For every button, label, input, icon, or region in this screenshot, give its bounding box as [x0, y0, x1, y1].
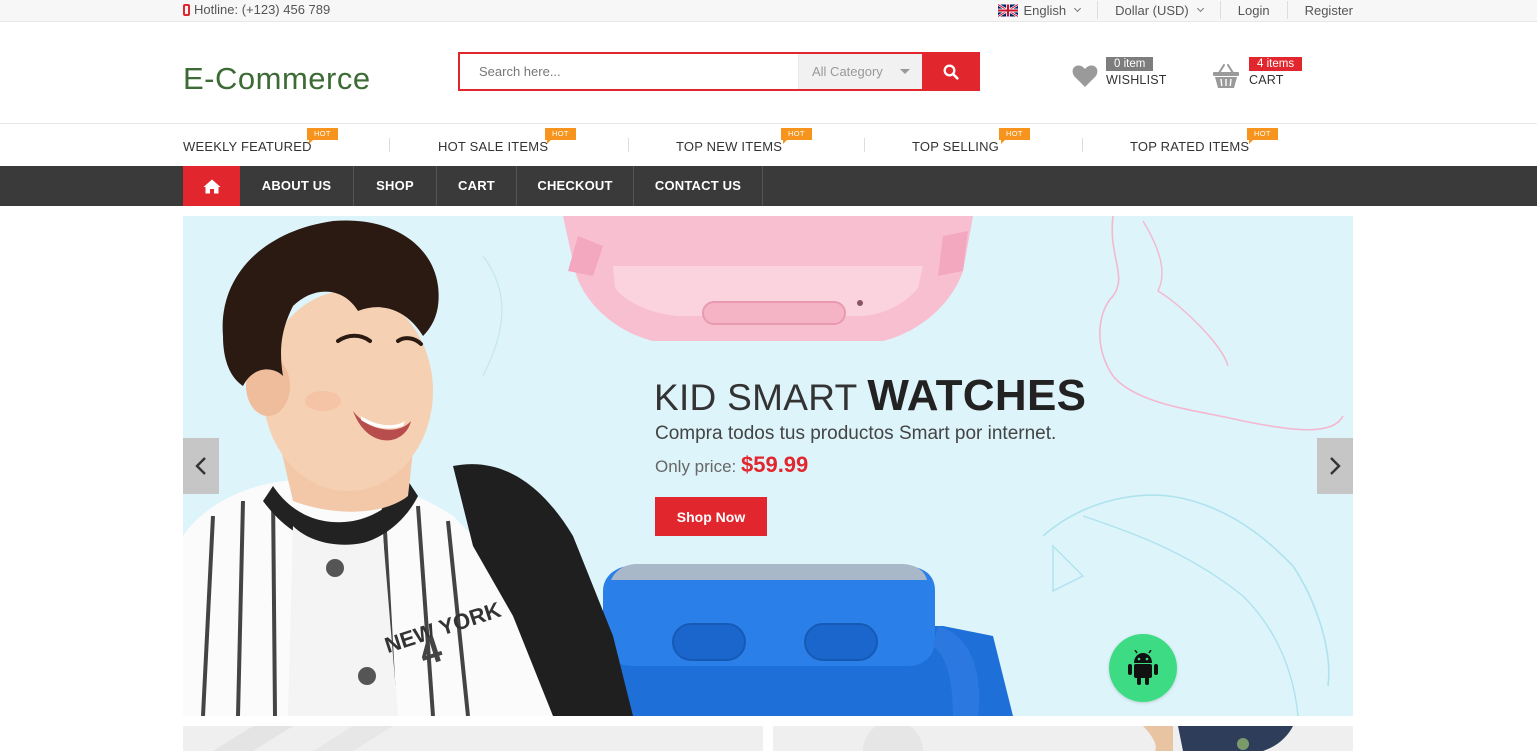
featured-label: TOP RATED ITEMS: [1130, 139, 1250, 154]
wishlist-count-badge: 0 item: [1106, 57, 1154, 71]
divider: [1082, 138, 1083, 152]
chevron-down-icon: [1074, 4, 1082, 13]
site-logo[interactable]: E-Commerce: [183, 61, 371, 97]
hotline-text: Hotline: (+123) 456 789: [194, 2, 331, 17]
search-bar: All Category: [458, 52, 980, 91]
divider: [389, 138, 390, 152]
category-select[interactable]: All Category: [798, 54, 922, 89]
top-links: English Dollar (USD) Login Register: [981, 0, 1353, 20]
register-label: Register: [1304, 2, 1353, 18]
login-link[interactable]: Login: [1219, 1, 1287, 19]
language-label: English: [1023, 2, 1067, 18]
slider-next-button[interactable]: [1317, 438, 1353, 494]
chevron-left-icon: [195, 457, 206, 475]
cart[interactable]: 4 items CART: [1212, 57, 1312, 92]
nav-about-us[interactable]: ABOUT US: [240, 166, 354, 206]
wishlist-label: WISHLIST: [1106, 73, 1167, 87]
nav-cart[interactable]: CART: [437, 166, 517, 206]
price-value: $59.99: [740, 452, 809, 477]
currency-selector[interactable]: Dollar (USD): [1097, 1, 1220, 19]
hotline: Hotline: (+123) 456 789: [183, 2, 330, 17]
promo-banner-left[interactable]: [183, 726, 763, 751]
cart-label: CART: [1249, 73, 1284, 87]
banner-title-bold: WATCHES: [867, 371, 1087, 420]
language-selector[interactable]: English: [981, 1, 1097, 19]
featured-link-top-new[interactable]: TOP NEW ITEMS HOT: [676, 128, 812, 154]
slider-prev-button[interactable]: [183, 438, 219, 494]
promo-banner-right[interactable]: [773, 726, 1353, 751]
phone-icon: [183, 3, 190, 16]
hot-badge: HOT: [545, 128, 576, 144]
featured-label: WEEKLY FEATURED: [183, 139, 312, 154]
banner-price-line: Only price: $59.99: [655, 452, 808, 478]
divider: [628, 138, 629, 152]
promo-graphic: [213, 726, 393, 751]
top-bar: Hotline: (+123) 456 789 English Dollar (…: [0, 0, 1537, 22]
android-app-button[interactable]: [1109, 634, 1177, 702]
search-input[interactable]: [460, 54, 798, 89]
hot-badge: HOT: [781, 128, 812, 144]
basket-icon: [1213, 64, 1239, 88]
promo-graphic: [863, 726, 1293, 751]
cart-count-badge: 4 items: [1249, 57, 1303, 71]
featured-link-top-rated[interactable]: TOP RATED ITEMS HOT: [1130, 128, 1278, 154]
nav-shop[interactable]: SHOP: [354, 166, 437, 206]
featured-link-top-selling[interactable]: TOP SELLING HOT: [912, 128, 1030, 154]
login-label: Login: [1237, 2, 1270, 18]
hot-badge: HOT: [307, 128, 338, 144]
featured-label: HOT SALE ITEMS: [438, 139, 549, 154]
category-label: All Category: [812, 64, 883, 79]
chevron-down-icon: [1196, 4, 1204, 13]
caret-down-icon: [900, 69, 910, 74]
nav-contact-us[interactable]: CONTACT US: [634, 166, 763, 206]
banner-title-light: KID SMART: [654, 377, 868, 418]
register-link[interactable]: Register: [1286, 1, 1353, 19]
main-nav: ABOUT US SHOP CART CHECKOUT CONTACT US: [0, 166, 1537, 206]
search-button[interactable]: [922, 52, 980, 91]
wishlist[interactable]: 0 item WISHLIST: [1072, 57, 1172, 92]
featured-link-weekly[interactable]: WEEKLY FEATURED HOT: [183, 128, 338, 154]
home-icon: [203, 179, 220, 193]
currency-label: Dollar (USD): [1115, 2, 1189, 18]
featured-links: WEEKLY FEATURED HOT HOT SALE ITEMS HOT T…: [0, 123, 1537, 166]
nav-home[interactable]: [183, 166, 240, 206]
banner-title: KID SMART WATCHES: [654, 371, 1086, 421]
search-icon: [943, 64, 959, 80]
heart-icon: [1072, 65, 1098, 87]
uk-flag-icon: [998, 3, 1019, 17]
hot-badge: HOT: [999, 128, 1030, 144]
banner-subtitle: Compra todos tus productos Smart por int…: [655, 423, 1057, 444]
divider: [864, 138, 865, 152]
hero-slider: NEW YORK 4 KID SMART WATCHES Compra todo…: [183, 216, 1353, 716]
featured-link-hot-sale[interactable]: HOT SALE ITEMS HOT: [438, 128, 576, 154]
shop-now-button[interactable]: Shop Now: [655, 497, 767, 536]
price-label: Only price:: [655, 457, 741, 476]
chevron-right-icon: [1330, 457, 1341, 475]
hot-badge: HOT: [1247, 128, 1278, 144]
featured-label: TOP SELLING: [912, 139, 999, 154]
featured-label: TOP NEW ITEMS: [676, 139, 783, 154]
nav-checkout[interactable]: CHECKOUT: [517, 166, 634, 206]
android-icon: [1128, 650, 1158, 685]
